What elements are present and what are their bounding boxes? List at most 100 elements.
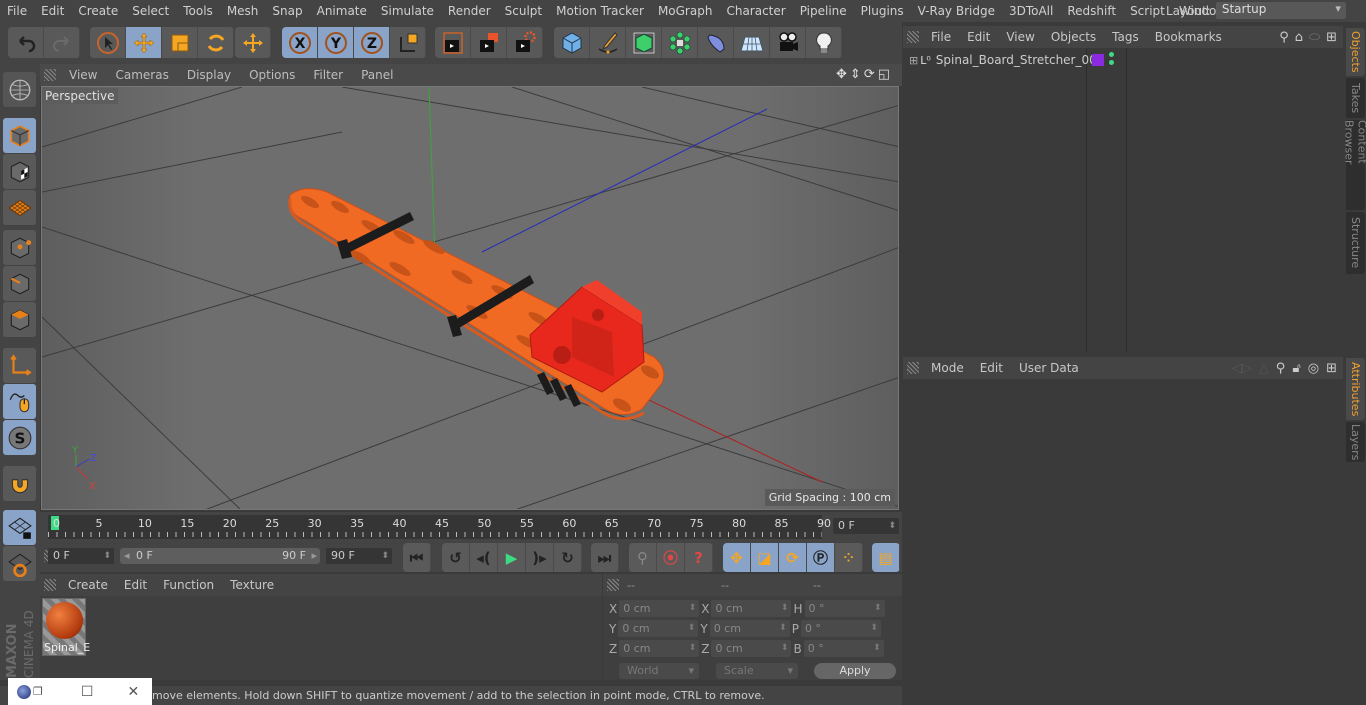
object-menu-bookmarks[interactable]: Bookmarks <box>1147 30 1230 44</box>
material-menu-function[interactable]: Function <box>155 578 222 592</box>
menu-plugins[interactable]: Plugins <box>854 4 911 18</box>
search-icon[interactable]: ⚲ <box>1276 361 1286 376</box>
tweak-mode-button[interactable] <box>3 384 36 419</box>
render-picture-viewer-button[interactable] <box>471 27 507 58</box>
menu-pipeline[interactable]: Pipeline <box>793 4 854 18</box>
size-y-field[interactable]: 0 cm <box>709 620 790 637</box>
new-window-icon[interactable]: ⊞ <box>1326 361 1337 376</box>
material-swatch[interactable]: Spinal_E <box>42 598 90 656</box>
size-z-field[interactable]: 0 cm <box>711 640 792 657</box>
object-menu-view[interactable]: View <box>998 30 1042 44</box>
apply-button[interactable]: Apply <box>814 663 896 679</box>
viewport-menu-cameras[interactable]: Cameras <box>106 68 177 82</box>
floor-button[interactable] <box>734 27 770 58</box>
toggle-layout-icon[interactable]: ◱ <box>878 67 890 82</box>
menu-mograph[interactable]: MoGraph <box>651 4 720 18</box>
goto-end-button[interactable]: ⏭ <box>591 543 619 572</box>
object-name[interactable]: Spinal_Board_Stretcher_001 <box>936 53 1105 67</box>
menu-render[interactable]: Render <box>441 4 498 18</box>
record-button[interactable]: ⦿ <box>657 543 685 572</box>
cloner-button[interactable] <box>662 27 698 58</box>
home-icon[interactable]: ⌂ <box>1295 30 1303 45</box>
attribute-manager-grip[interactable] <box>907 362 919 374</box>
attribute-menu-mode[interactable]: Mode <box>923 361 972 375</box>
timeline-ruler[interactable]: 0 5 10 15 20 25 30 35 40 45 50 55 60 65 70 75 80 85 90 <box>48 515 831 539</box>
up-icon[interactable]: △ <box>1259 361 1269 376</box>
menu-select[interactable]: Select <box>125 4 176 18</box>
autokey-button[interactable]: ? <box>685 543 713 572</box>
z-axis-button[interactable]: Z <box>354 27 390 58</box>
next-frame-button[interactable]: )▸ <box>526 543 554 572</box>
prev-frame-button[interactable]: ◂( <box>470 543 498 572</box>
rot-b-field[interactable]: 0 ° <box>803 640 884 657</box>
x-axis-button[interactable]: X <box>282 27 318 58</box>
tab-takes[interactable]: Takes <box>1346 78 1365 118</box>
visibility-icon[interactable]: ⬭ <box>1309 30 1320 45</box>
menu-animate[interactable]: Animate <box>310 4 374 18</box>
rot-h-field[interactable]: 0 ° <box>804 600 885 617</box>
size-x-field[interactable]: 0 cm <box>711 600 792 617</box>
rotate-button[interactable] <box>198 27 234 58</box>
key-scale-button[interactable]: ◪ <box>751 543 779 572</box>
axis-mode-button[interactable] <box>3 348 36 383</box>
subdivision-button[interactable] <box>626 27 662 58</box>
attribute-menu-edit[interactable]: Edit <box>972 361 1011 375</box>
world-coordinate-button[interactable] <box>390 27 426 58</box>
menu-sculpt[interactable]: Sculpt <box>498 4 549 18</box>
layer-color-swatch[interactable] <box>1092 54 1104 66</box>
pen-button[interactable] <box>590 27 626 58</box>
end-frame-field[interactable]: 90 F <box>326 548 392 564</box>
panel-grip[interactable] <box>44 69 56 81</box>
size-mode-dropdown[interactable]: Scale ▾ <box>716 663 798 679</box>
recent-tool-button[interactable] <box>235 27 271 58</box>
object-menu-objects[interactable]: Objects <box>1043 30 1104 44</box>
polygons-mode-button[interactable] <box>3 302 36 337</box>
object-menu-file[interactable]: File <box>923 30 959 44</box>
frame-range-slider[interactable]: ◂ 0 F 90 F ▸ <box>120 548 320 564</box>
texture-mode-button[interactable] <box>3 154 36 189</box>
menu-vray-bridge[interactable]: V-Ray Bridge <box>911 4 1002 18</box>
workplane-snap-button[interactable] <box>3 546 36 581</box>
redo-button[interactable] <box>44 27 80 58</box>
menu-tools[interactable]: Tools <box>176 4 220 18</box>
pan-icon[interactable]: ✥ <box>836 67 847 82</box>
maximize-icon[interactable]: ☐ <box>81 684 94 700</box>
material-menu-create[interactable]: Create <box>60 578 116 592</box>
y-axis-button[interactable]: Y <box>318 27 354 58</box>
edges-mode-button[interactable] <box>3 266 36 301</box>
menu-script[interactable]: Script <box>1123 4 1172 18</box>
tab-structure[interactable]: Structure <box>1346 212 1365 274</box>
next-key-button[interactable]: ↻ <box>554 543 582 572</box>
object-menu-tags[interactable]: Tags <box>1104 30 1147 44</box>
key-rotation-button[interactable]: ⟳ <box>779 543 807 572</box>
target-icon[interactable]: ◎ <box>1308 361 1319 376</box>
current-frame-field[interactable]: 0 F <box>833 518 899 534</box>
viewport-menu-options[interactable]: Options <box>240 68 304 82</box>
workplane-button[interactable] <box>3 190 36 225</box>
lock-workplane-button[interactable] <box>3 510 36 545</box>
back-icon[interactable]: ◁▷ <box>1232 361 1252 376</box>
menu-snap[interactable]: Snap <box>265 4 309 18</box>
render-view-button[interactable] <box>435 27 471 58</box>
perspective-viewport[interactable]: Y Z X Grid Spacing : 100 cm <box>41 86 899 510</box>
goto-start-button[interactable]: ⏮ <box>403 543 431 572</box>
render-settings-button[interactable] <box>507 27 543 58</box>
cube-button[interactable] <box>554 27 590 58</box>
play-button[interactable]: ▶ <box>498 543 526 572</box>
undo-button[interactable] <box>8 27 44 58</box>
tab-objects[interactable]: Objects <box>1346 28 1365 76</box>
menu-edit[interactable]: Edit <box>34 4 71 18</box>
pla-button[interactable]: ⁘ <box>835 543 863 572</box>
menu-create[interactable]: Create <box>71 4 125 18</box>
start-frame-field[interactable]: 0 F <box>48 548 114 564</box>
snap-button[interactable]: S <box>3 420 36 455</box>
make-editable-button[interactable] <box>3 72 36 107</box>
menu-redshift[interactable]: Redshift <box>1060 4 1123 18</box>
orbit-icon[interactable]: ⟳ <box>864 67 875 82</box>
restore-icon[interactable]: ❐ <box>33 685 43 698</box>
editor-visibility-dot[interactable] <box>1109 52 1114 57</box>
menu-motion-tracker[interactable]: Motion Tracker <box>549 4 651 18</box>
camera-button[interactable] <box>770 27 806 58</box>
prev-key-button[interactable]: ↺ <box>442 543 470 572</box>
rot-p-field[interactable]: 0 ° <box>800 620 881 637</box>
